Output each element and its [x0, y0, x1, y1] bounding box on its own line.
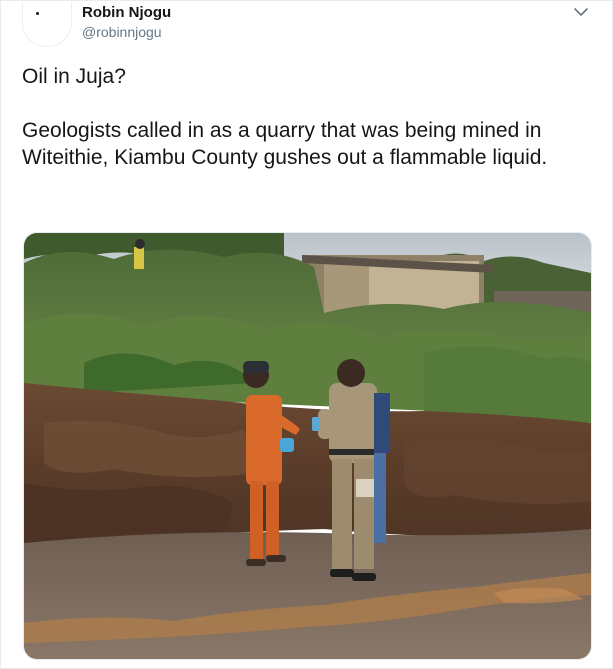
- tweet-text: Oil in Juja? Geologists called in as a q…: [22, 63, 597, 171]
- quarry-photo: [24, 233, 591, 659]
- tweet-paragraph: Oil in Juja?: [22, 65, 126, 88]
- tweet-paragraph: Geologists called in as a quarry that wa…: [22, 119, 548, 169]
- avatar[interactable]: [22, 2, 72, 47]
- tweet-menu-button[interactable]: [572, 3, 590, 21]
- author-display-name[interactable]: Robin Njogu: [82, 4, 171, 21]
- author-handle[interactable]: @robinnjogu: [82, 24, 162, 40]
- chevron-down-icon: [574, 7, 588, 16]
- tweet-card: Robin Njogu @robinnjogu Oil in Juja? Geo…: [0, 0, 613, 669]
- tweet-photo[interactable]: [23, 232, 592, 660]
- avatar-mark: [36, 12, 39, 15]
